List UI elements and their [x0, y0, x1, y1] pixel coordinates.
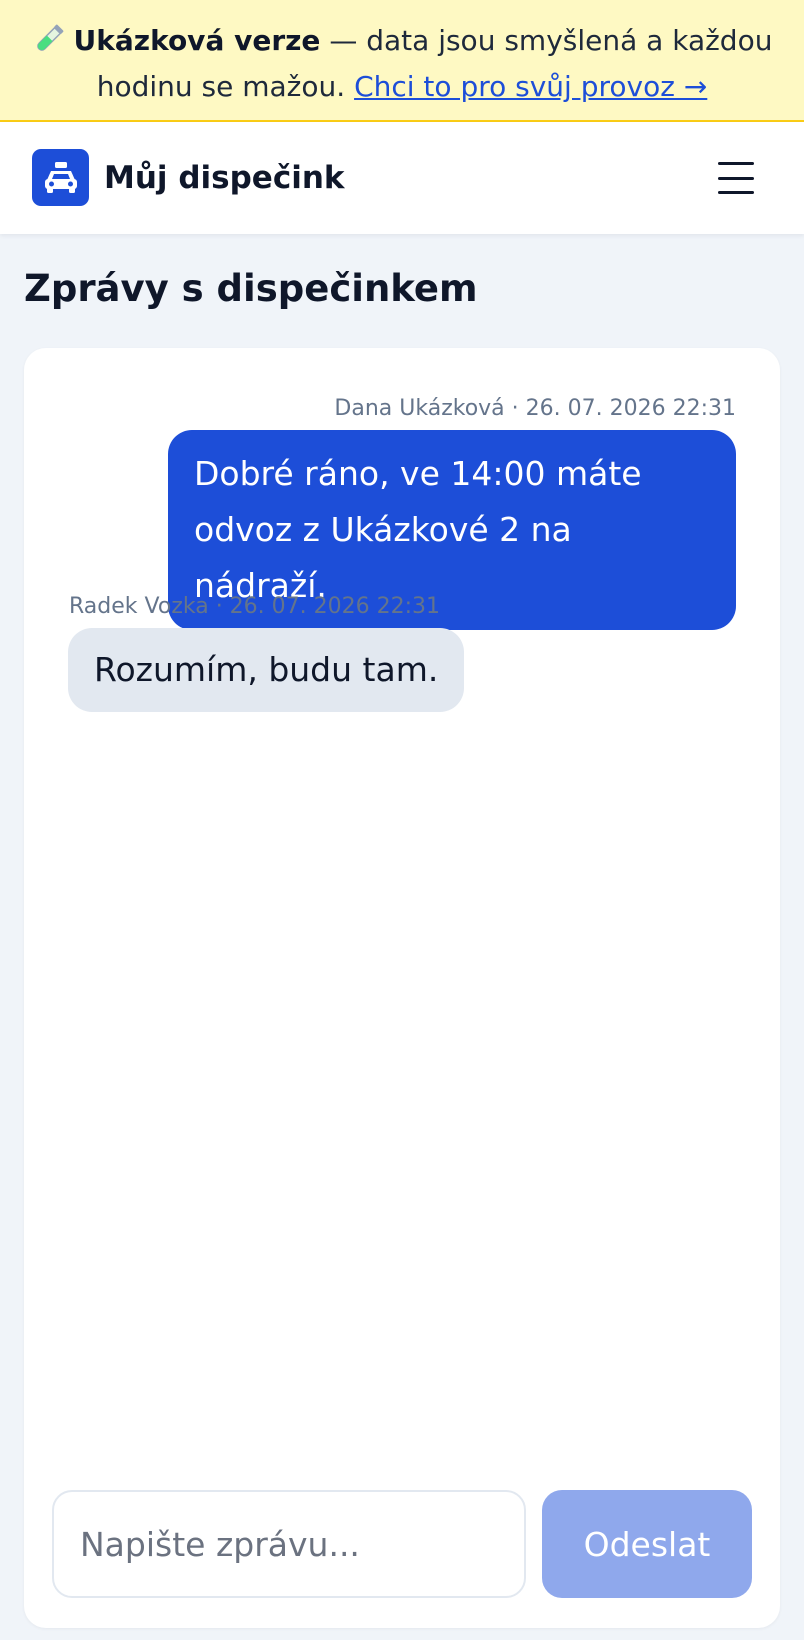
- taxi-icon[interactable]: [32, 149, 89, 206]
- test-tube-icon: [32, 22, 66, 56]
- message-bubble-incoming: Rozumím, budu tam.: [68, 628, 465, 712]
- brand-name[interactable]: Můj dispečink: [104, 158, 345, 198]
- hamburger-menu-icon[interactable]: [716, 156, 756, 200]
- top-bar: Můj dispečink: [0, 122, 804, 234]
- chat-panel: Dana Ukázková · 26. 07. 2026 22:31 Dobré…: [24, 348, 780, 1628]
- demo-banner-link[interactable]: Chci to pro svůj provoz →: [354, 70, 707, 103]
- message-meta-outgoing: Dana Ukázková · 26. 07. 2026 22:31: [334, 396, 736, 421]
- message-meta-incoming: Radek Vozka · 26. 07. 2026 22:31: [69, 594, 441, 619]
- demo-banner-title: Ukázková verze: [73, 24, 321, 57]
- page-title: Zprávy s dispečinkem: [24, 267, 478, 310]
- demo-banner: Ukázková verze — data jsou smyšlená a ka…: [0, 0, 804, 122]
- message-input[interactable]: [52, 1490, 526, 1598]
- send-button[interactable]: Odeslat: [542, 1490, 752, 1598]
